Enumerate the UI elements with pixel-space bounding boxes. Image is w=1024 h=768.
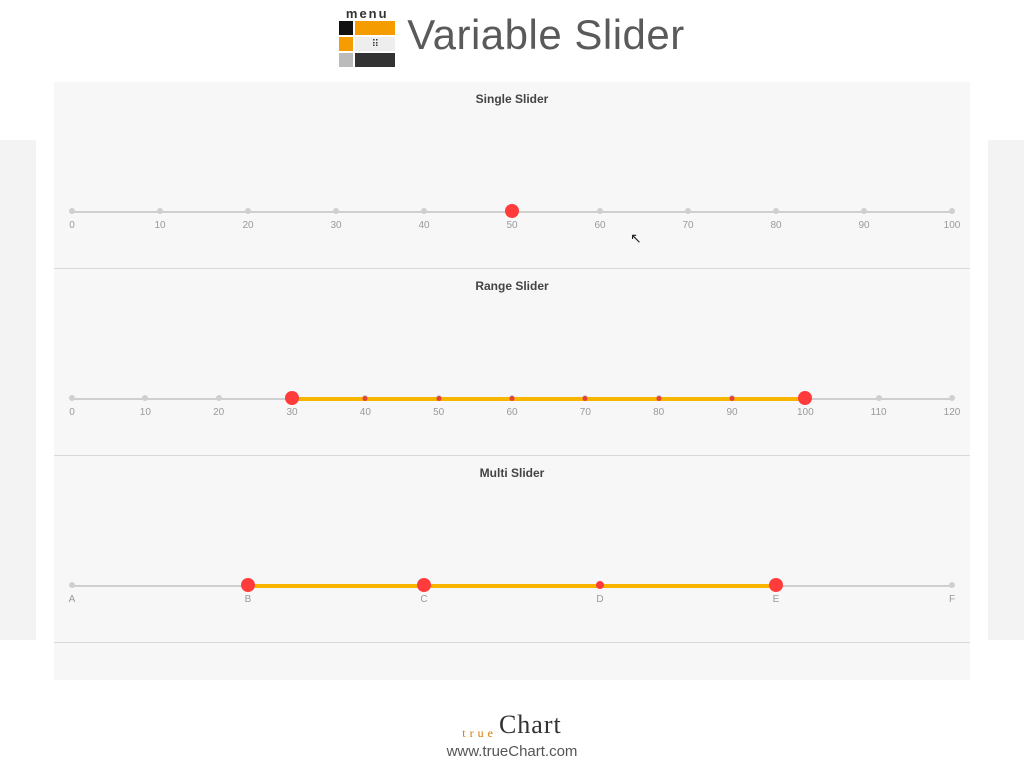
slider-tick bbox=[69, 395, 75, 401]
single-slider-section: Single Slider 0102030405060708090100 bbox=[54, 82, 970, 269]
slider-tick-label: C bbox=[420, 594, 427, 605]
side-decor-left bbox=[0, 140, 36, 640]
slider-tick-label: 10 bbox=[140, 407, 151, 418]
slider-tick bbox=[245, 208, 251, 214]
slider-handle[interactable] bbox=[241, 578, 255, 592]
slider-handle[interactable] bbox=[769, 578, 783, 592]
slider-tick-label: A bbox=[69, 594, 76, 605]
slider-tick-label: 40 bbox=[418, 220, 429, 231]
range-slider-section: Range Slider 010203040506070809010011012… bbox=[54, 269, 970, 456]
menu-block[interactable]: menu ⠿ bbox=[339, 6, 395, 63]
slider-inner-tick bbox=[656, 396, 661, 401]
brand-true: true bbox=[462, 726, 497, 740]
slider-tick bbox=[216, 395, 222, 401]
slider-tick bbox=[157, 208, 163, 214]
slider-handle[interactable] bbox=[798, 391, 812, 405]
slider-tick bbox=[949, 395, 955, 401]
slider-tick bbox=[773, 208, 779, 214]
slider-tick-label: 20 bbox=[213, 407, 224, 418]
slider-tick bbox=[861, 208, 867, 214]
slider-handle[interactable] bbox=[417, 578, 431, 592]
slider-tick-label: 90 bbox=[726, 407, 737, 418]
multi-slider-section: Multi Slider ABCDEF bbox=[54, 456, 970, 643]
slider-tick-label: 60 bbox=[594, 220, 605, 231]
slider-tick bbox=[876, 395, 882, 401]
slider-handle[interactable] bbox=[285, 391, 299, 405]
slider-fill bbox=[248, 584, 776, 588]
slider-tick-label: 0 bbox=[69, 220, 75, 231]
slider-tick-label: D bbox=[596, 594, 603, 605]
slider-tick-label: E bbox=[773, 594, 780, 605]
slider-inner-tick bbox=[730, 396, 735, 401]
section-title: Range Slider bbox=[54, 269, 970, 299]
slider-tick-label: F bbox=[949, 594, 955, 605]
section-title: Single Slider bbox=[54, 82, 970, 112]
slider-tick-label: 60 bbox=[506, 407, 517, 418]
footer-url: www.trueChart.com bbox=[0, 743, 1024, 760]
slider-tick bbox=[949, 582, 955, 588]
slider-tick-label: 70 bbox=[580, 407, 591, 418]
slider-tick-label: B bbox=[245, 594, 252, 605]
slider-tick-label: 40 bbox=[360, 407, 371, 418]
menu-label: menu bbox=[346, 6, 389, 21]
slider-tick-label: 20 bbox=[242, 220, 253, 231]
slider-tick bbox=[69, 208, 75, 214]
brand-chart: Chart bbox=[499, 710, 562, 739]
slider-tick-label: 100 bbox=[944, 220, 961, 231]
menu-icon: ⠿ bbox=[339, 21, 395, 63]
slider-tick bbox=[69, 582, 75, 588]
slider-tick-label: 50 bbox=[433, 407, 444, 418]
slider-inner-tick bbox=[436, 396, 441, 401]
slider-tick bbox=[142, 395, 148, 401]
slider-inner-tick bbox=[583, 396, 588, 401]
section-title: Multi Slider bbox=[54, 456, 970, 486]
slider-tick-label: 80 bbox=[653, 407, 664, 418]
slider-fill bbox=[292, 397, 805, 401]
slider-tick bbox=[333, 208, 339, 214]
slider-handle[interactable] bbox=[505, 204, 519, 218]
header: menu ⠿ Variable Slider bbox=[0, 0, 1024, 63]
slider-tick bbox=[949, 208, 955, 214]
slider-inner-tick bbox=[363, 396, 368, 401]
slider-tick-label: 0 bbox=[69, 407, 75, 418]
slider-tick-label: 30 bbox=[286, 407, 297, 418]
range-slider[interactable]: 0102030405060708090100110120 bbox=[72, 389, 952, 409]
slider-tick-label: 10 bbox=[154, 220, 165, 231]
slider-tick bbox=[685, 208, 691, 214]
slider-tick-label: 80 bbox=[770, 220, 781, 231]
slider-inner-tick bbox=[510, 396, 515, 401]
slider-tick-label: 110 bbox=[871, 407, 887, 418]
main-panel: Single Slider 0102030405060708090100 Ran… bbox=[54, 82, 970, 680]
slider-tick-label: 100 bbox=[797, 407, 814, 418]
slider-tick-label: 90 bbox=[858, 220, 869, 231]
footer: trueChart www.trueChart.com bbox=[0, 710, 1024, 760]
page-title: Variable Slider bbox=[407, 11, 685, 59]
brand-logo: trueChart bbox=[0, 710, 1024, 741]
slider-tick-label: 30 bbox=[330, 220, 341, 231]
multi-slider[interactable]: ABCDEF bbox=[72, 576, 952, 596]
side-decor-right bbox=[988, 140, 1024, 640]
slider-tick bbox=[597, 208, 603, 214]
single-slider[interactable]: 0102030405060708090100 bbox=[72, 202, 952, 222]
slider-tick-label: 120 bbox=[944, 407, 961, 418]
slider-tick-label: 70 bbox=[682, 220, 693, 231]
slider-handle[interactable] bbox=[596, 581, 604, 589]
slider-tick-label: 50 bbox=[506, 220, 517, 231]
slider-tick bbox=[421, 208, 427, 214]
